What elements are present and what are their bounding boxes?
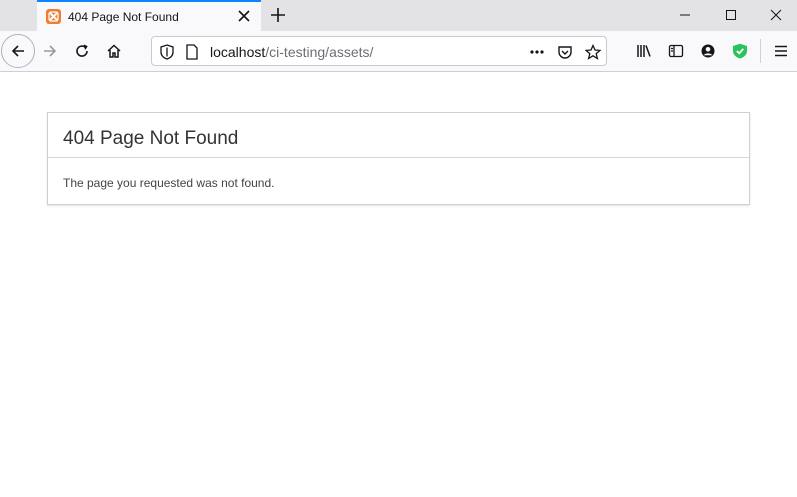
minimize-icon[interactable] [662,0,708,31]
sidebar-button[interactable] [660,35,692,67]
xampp-icon [46,9,61,24]
address-bar[interactable]: localhost/ci-testing/assets/ [151,36,607,66]
forward-button[interactable] [34,35,66,67]
reload-icon [76,44,88,57]
page-info-icon[interactable] [186,44,198,65]
hamburger-menu-icon [775,45,787,57]
error-message: The page you requested was not found. [63,176,275,190]
page-content: 404 Page Not Found The page you requeste… [0,72,797,497]
tab-active[interactable]: 404 Page Not Found [37,0,261,31]
page-actions-icon[interactable] [525,40,549,64]
bookmark-star-icon[interactable] [581,40,605,64]
toolbar-separator [760,39,761,63]
error-heading: 404 Page Not Found [63,128,239,149]
tracking-shield-icon[interactable] [160,44,174,65]
arrow-right-icon [44,45,57,57]
tab-title: 404 Page Not Found [68,10,179,24]
home-icon [107,44,121,58]
url-text[interactable]: localhost/ci-testing/assets/ [210,44,373,60]
home-button[interactable] [98,35,130,67]
tab-close-icon[interactable] [235,7,253,25]
pocket-icon[interactable] [553,40,577,64]
error-panel: 404 Page Not Found The page you requeste… [47,112,750,205]
account-icon [701,44,715,58]
arrow-left-icon [11,45,24,57]
green-shield-icon [733,43,747,59]
nav-toolbar: localhost/ci-testing/assets/ [0,31,797,72]
reload-button[interactable] [66,35,98,67]
library-button[interactable] [628,35,660,67]
url-host: localhost [210,44,266,60]
panel-divider [48,157,749,158]
maximize-icon[interactable] [708,0,754,31]
account-button[interactable] [692,35,724,67]
url-path: /ci-testing/assets/ [265,44,374,60]
menu-button[interactable] [765,35,797,67]
library-icon [637,45,651,57]
window-close-icon[interactable] [753,0,797,31]
back-button[interactable] [1,34,35,68]
new-tab-icon[interactable] [266,4,290,26]
sidebar-icon [668,44,684,58]
adblock-extension-button[interactable] [724,35,756,67]
tab-strip: 404 Page Not Found [0,0,797,31]
